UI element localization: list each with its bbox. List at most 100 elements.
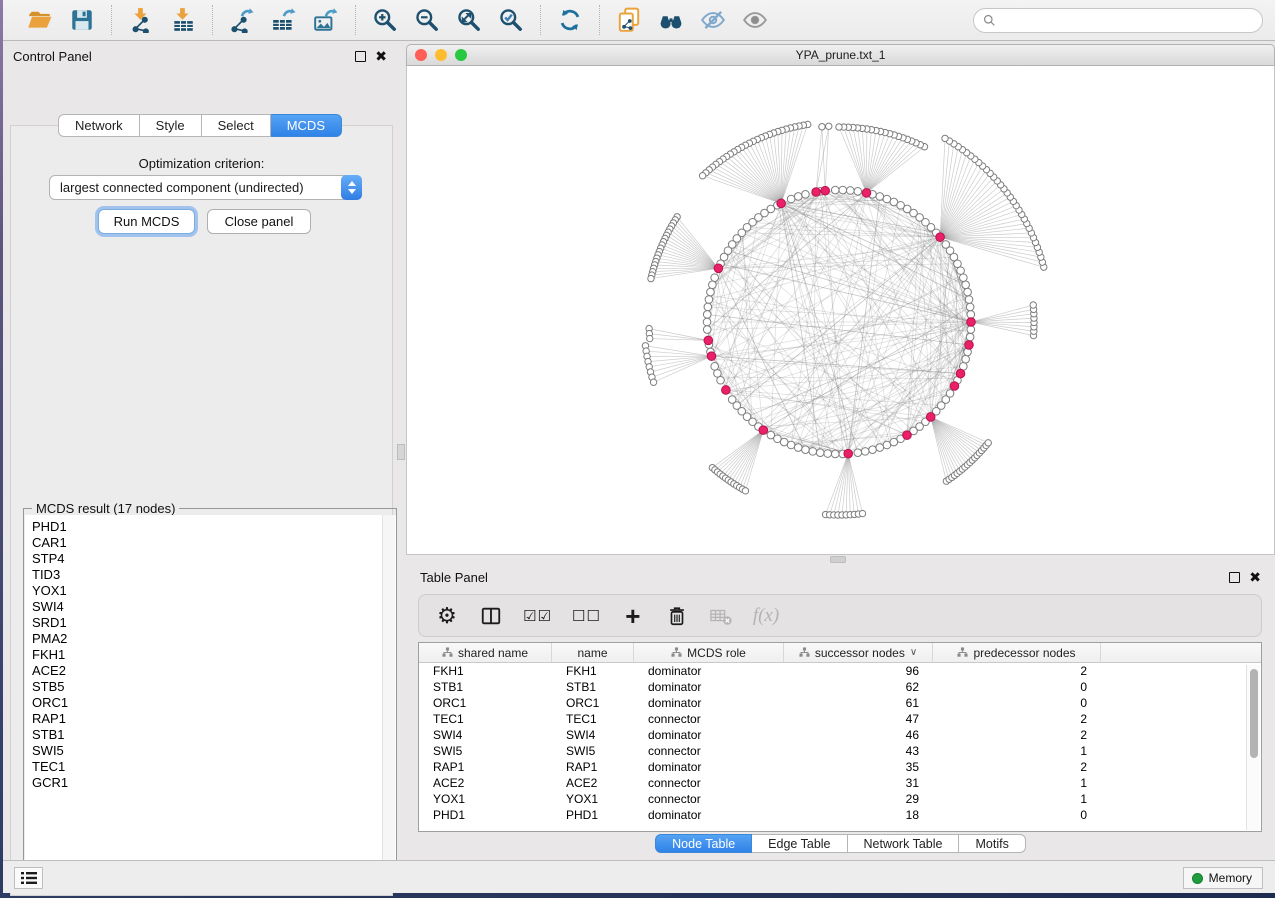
- panel-list-button[interactable]: [14, 867, 43, 889]
- mcds-result-item[interactable]: STP4: [32, 551, 396, 567]
- search-network-button[interactable]: [652, 4, 690, 36]
- import-network-icon: [128, 7, 154, 33]
- tab-network-table[interactable]: Network Table: [848, 834, 960, 853]
- control-panel-titlebar: Control Panel ✖: [3, 45, 397, 67]
- column-header-successor-nodes[interactable]: successor nodes∨: [784, 643, 933, 662]
- tab-node-table[interactable]: Node Table: [655, 834, 752, 853]
- table-row[interactable]: PHD1PHD1dominator180: [419, 807, 1245, 823]
- export-table-button[interactable]: [265, 4, 303, 36]
- cell-name: TEC1: [552, 711, 634, 727]
- cell-predecessor-nodes: 0: [933, 695, 1101, 711]
- column-header-name[interactable]: name: [552, 643, 634, 662]
- mcds-result-item[interactable]: PHD1: [32, 519, 396, 535]
- search-field[interactable]: [973, 8, 1263, 33]
- network-hscroll-handle[interactable]: [830, 556, 846, 563]
- function-builder-button: f(x): [753, 602, 779, 630]
- search-input[interactable]: [1002, 13, 1253, 28]
- show-columns-button[interactable]: [479, 602, 503, 630]
- table-row[interactable]: SWI4SWI4dominator462: [419, 727, 1245, 743]
- show-all-button[interactable]: [736, 4, 774, 36]
- tab-mcds[interactable]: MCDS: [271, 114, 342, 137]
- table-row[interactable]: YOX1YOX1connector291: [419, 791, 1245, 807]
- mcds-result-item[interactable]: SRD1: [32, 615, 396, 631]
- table-row[interactable]: RAP1RAP1dominator352: [419, 759, 1245, 775]
- zoom-selected-button[interactable]: [492, 4, 530, 36]
- close-panel-button[interactable]: Close panel: [207, 209, 311, 234]
- mcds-result-item[interactable]: RAP1: [32, 711, 396, 727]
- mcds-result-item[interactable]: ORC1: [32, 695, 396, 711]
- tab-edge-table[interactable]: Edge Table: [752, 834, 847, 853]
- tab-style[interactable]: Style: [140, 114, 202, 137]
- tab-select[interactable]: Select: [202, 114, 271, 137]
- node-table-scrollbar[interactable]: [1246, 665, 1260, 830]
- table-options-gear-button[interactable]: ⚙: [435, 602, 459, 630]
- mcds-result-item[interactable]: TID3: [32, 567, 396, 583]
- tab-motifs[interactable]: Motifs: [959, 834, 1025, 853]
- add-column-button[interactable]: +: [621, 602, 645, 630]
- mcds-result-item[interactable]: STB5: [32, 679, 396, 695]
- mcds-result-item[interactable]: TEC1: [32, 759, 396, 775]
- network-view-titlebar[interactable]: YPA_prune.txt_1: [406, 44, 1275, 66]
- zoom-fit-button[interactable]: [450, 4, 488, 36]
- clone-network-view-button[interactable]: [610, 4, 648, 36]
- refresh-view-button[interactable]: [551, 4, 589, 36]
- cell-MCDS-role: dominator: [634, 679, 784, 695]
- cell-predecessor-nodes: 1: [933, 743, 1101, 759]
- hide-selected-button[interactable]: [694, 4, 732, 36]
- scrollbar-thumb[interactable]: [1250, 669, 1258, 758]
- table-row[interactable]: FKH1FKH1dominator962: [419, 663, 1245, 679]
- cell-name: ACE2: [552, 775, 634, 791]
- cell-successor-nodes: 31: [784, 775, 933, 791]
- import-network-button[interactable]: [122, 4, 160, 36]
- cell-successor-nodes: 62: [784, 679, 933, 695]
- mcds-result-item[interactable]: GCR1: [32, 775, 396, 791]
- table-panel-close-button[interactable]: ✖: [1249, 572, 1261, 583]
- delete-column-button[interactable]: [665, 602, 689, 630]
- vertical-splitter-handle[interactable]: [397, 444, 405, 460]
- open-file-button[interactable]: [21, 4, 59, 36]
- table-panel-float-button[interactable]: [1229, 572, 1240, 583]
- deselect-all-checks-button[interactable]: ☐☐: [572, 602, 601, 630]
- mcds-result-item[interactable]: YOX1: [32, 583, 396, 599]
- zoom-in-button[interactable]: [366, 4, 404, 36]
- mcds-result-item[interactable]: CAR1: [32, 535, 396, 551]
- cell-shared-name: SWI4: [419, 727, 552, 743]
- export-network-button[interactable]: [223, 4, 261, 36]
- tab-network[interactable]: Network: [58, 114, 140, 137]
- cell-predecessor-nodes: 1: [933, 791, 1101, 807]
- mcds-result-item[interactable]: STB1: [32, 727, 396, 743]
- cell-shared-name: RAP1: [419, 759, 552, 775]
- column-header-MCDS-role[interactable]: MCDS role: [634, 643, 784, 662]
- memory-button[interactable]: Memory: [1183, 867, 1263, 889]
- zoom-out-button[interactable]: [408, 4, 446, 36]
- network-canvas[interactable]: [406, 66, 1275, 555]
- control-panel-close-button[interactable]: ✖: [375, 51, 387, 62]
- cell-name: STB1: [552, 679, 634, 695]
- column-header-shared-name[interactable]: shared name: [419, 643, 552, 662]
- search-wrap: [973, 8, 1263, 33]
- select-all-checks-button[interactable]: ☑☑: [523, 602, 552, 630]
- table-row[interactable]: TEC1TEC1connector472: [419, 711, 1245, 727]
- mcds-result-list[interactable]: PHD1CAR1STP4TID3YOX1SWI4SRD1PMA2FKH1ACE2…: [25, 515, 396, 879]
- mcds-result-item[interactable]: SWI5: [32, 743, 396, 759]
- table-row[interactable]: ORC1ORC1dominator610: [419, 695, 1245, 711]
- mcds-result-scrollbar[interactable]: [382, 515, 395, 879]
- control-panel-float-button[interactable]: [355, 51, 366, 62]
- mcds-result-item[interactable]: FKH1: [32, 647, 396, 663]
- save-session-button[interactable]: [63, 4, 101, 36]
- import-table-button[interactable]: [164, 4, 202, 36]
- save-session-icon: [69, 7, 95, 33]
- mcds-result-item[interactable]: PMA2: [32, 631, 396, 647]
- search-network-icon: [658, 7, 684, 33]
- table-row[interactable]: SWI5SWI5connector431: [419, 743, 1245, 759]
- mcds-result-item[interactable]: ACE2: [32, 663, 396, 679]
- run-mcds-button[interactable]: Run MCDS: [98, 209, 195, 234]
- mcds-result-item[interactable]: SWI4: [32, 599, 396, 615]
- table-row[interactable]: STB1STB1dominator620: [419, 679, 1245, 695]
- main-toolbar: [3, 0, 1275, 41]
- column-header-predecessor-nodes[interactable]: predecessor nodes: [933, 643, 1101, 662]
- optimization-criterion-select[interactable]: largest connected component (undirected): [49, 175, 362, 200]
- table-row[interactable]: ACE2ACE2connector311: [419, 775, 1245, 791]
- export-image-button[interactable]: [307, 4, 345, 36]
- cell-MCDS-role: dominator: [634, 695, 784, 711]
